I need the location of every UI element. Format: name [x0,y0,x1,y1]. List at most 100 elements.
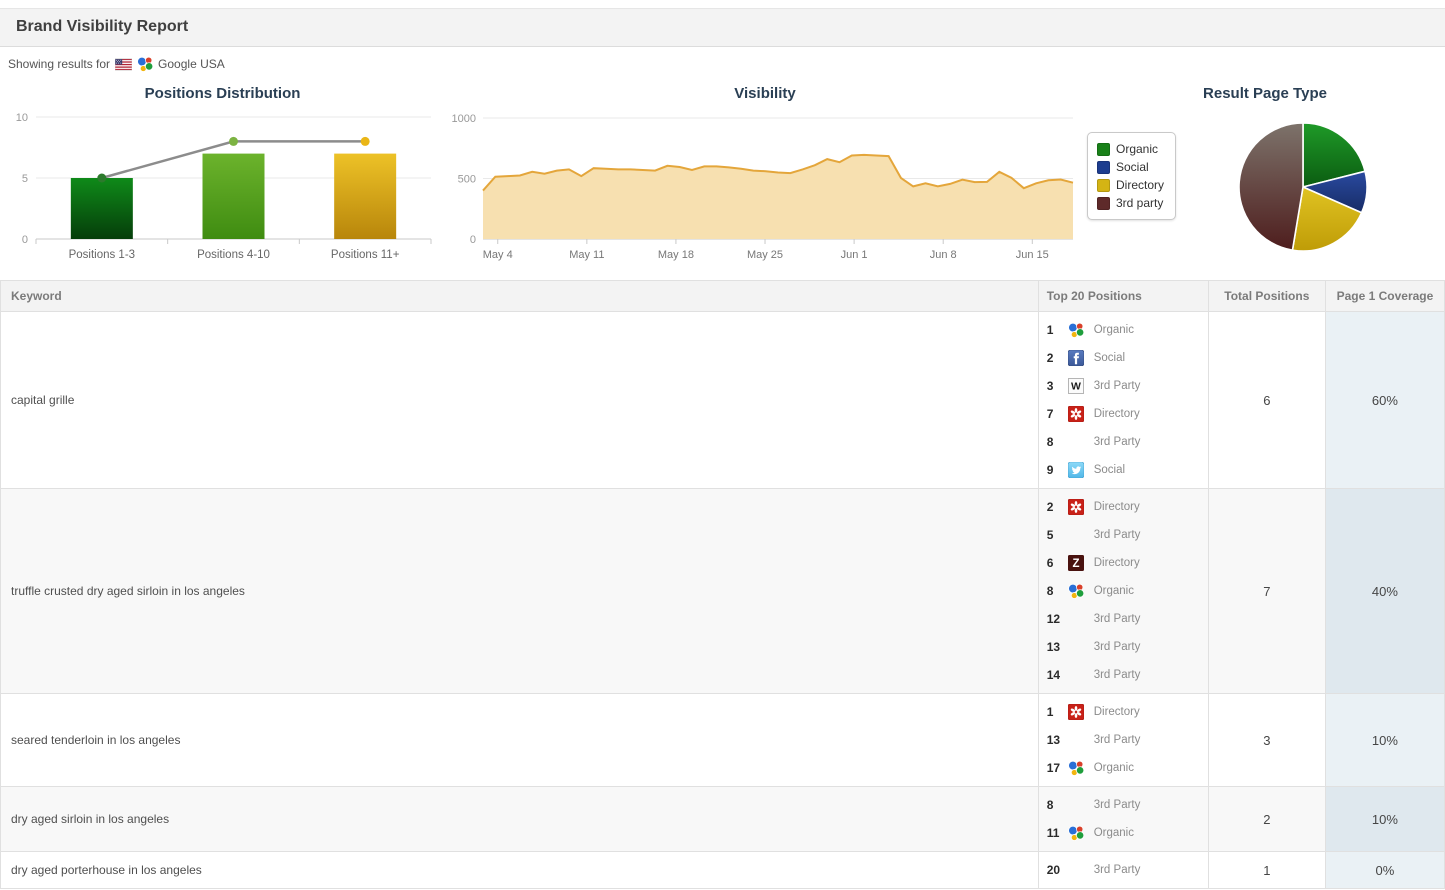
position-row: 9 Social [1047,456,1208,484]
yelp-icon [1068,406,1084,422]
coverage-cell: 60% [1325,312,1444,489]
google-icon [1068,583,1084,599]
position-type-label: Directory [1094,557,1140,569]
position-rank: 7 [1047,407,1068,421]
facebook-icon [1068,350,1084,366]
keyword-cell: dry aged sirloin in los angeles [1,787,1039,852]
positions-distribution-svg: 0510Positions 1-3Positions 4-10Positions… [0,105,445,269]
position-row: 11 Organic [1047,819,1208,847]
position-row: 53rd Party [1047,521,1208,549]
positions-cell: 20 3rd Party [1038,852,1208,889]
position-row: 83rd Party [1047,428,1208,456]
yelp-icon [1068,499,1084,515]
position-type-label: 3rd Party [1094,864,1141,876]
position-row: 20 3rd Party [1047,856,1208,884]
table-row: capital grille1Organic2Social3W3rd Party… [1,312,1445,489]
position-row: 83rd Party [1047,791,1208,819]
position-rank: 9 [1047,463,1068,477]
position-row: 123rd Party [1047,605,1208,633]
no-icon [1068,611,1084,627]
total-positions-cell: 7 [1208,489,1325,694]
position-row: 1Directory [1047,698,1208,726]
positions-cell: 83rd Party 11 Organic [1038,787,1208,852]
total-positions-cell: 1 [1208,852,1325,889]
page-title: Brand Visibility Report [16,18,188,35]
svg-text:Jun 1: Jun 1 [841,249,868,261]
table-header-row: Keyword Top 20 Positions Total Positions… [1,281,1445,312]
position-row: 133rd Party [1047,633,1208,661]
chart-title: Positions Distribution [0,78,445,105]
yelp-icon [1068,704,1084,720]
position-type-label: 3rd Party [1094,529,1141,541]
header-keyword: Keyword [1,281,1039,312]
keyword-cell: dry aged porterhouse in los angeles [1,852,1039,889]
position-rank: 13 [1047,733,1068,747]
results-context-line: Showing results for Google USA [0,47,1445,74]
keyword-cell: truffle crusted dry aged sirloin in los … [1,489,1039,694]
header-top20-positions: Top 20 Positions [1038,281,1208,312]
twitter-icon [1068,462,1084,478]
visibility-svg: 05001000May 4May 11May 18May 25Jun 1Jun … [445,105,1085,269]
positions-cell: 1 Organic 2 Social 3W3rd Party 7 Directory 83rd… [1038,312,1208,489]
us-flag-icon [115,58,132,71]
position-row: 17Organic [1047,754,1208,782]
no-icon [1068,862,1084,878]
total-positions-cell: 3 [1208,694,1325,787]
legend-item-3rd-party[interactable]: 3rd party [1097,194,1164,212]
report-header-bar: Brand Visibility Report [0,8,1445,47]
table-row: seared tenderloin in los angeles1Directo… [1,694,1445,787]
position-type-label: Organic [1094,827,1134,839]
position-rank: 11 [1047,826,1068,840]
visibility-chart: Visibility 05001000May 4May 11May 18May … [445,78,1085,274]
legend-item-organic[interactable]: Organic [1097,140,1164,158]
total-positions-cell: 2 [1208,787,1325,852]
no-icon [1068,667,1084,683]
position-type-label: Directory [1094,501,1140,513]
position-rank: 20 [1047,863,1068,877]
position-type-label: 3rd Party [1094,641,1141,653]
position-type-label: 3rd Party [1094,799,1141,811]
position-type-label: Social [1094,464,1125,476]
wikipedia-icon: W [1068,378,1084,394]
position-row: 13 3rd Party [1047,726,1208,754]
legend-swatch [1097,197,1110,210]
legend-swatch [1097,179,1110,192]
position-rank: 1 [1047,323,1068,337]
no-icon [1068,639,1084,655]
svg-text:5: 5 [22,173,28,185]
svg-text:0: 0 [470,234,476,246]
svg-text:May 25: May 25 [747,249,783,261]
position-type-label: Directory [1094,408,1140,420]
table-row: truffle crusted dry aged sirloin in los … [1,489,1445,694]
legend-item-directory[interactable]: Directory [1097,176,1164,194]
position-type-label: Organic [1094,585,1134,597]
position-type-label: 3rd Party [1094,669,1141,681]
pie-legend: Organic Social Directory 3rd party [1087,132,1176,220]
header-page1-coverage: Page 1 Coverage [1325,281,1444,312]
legend-label: 3rd party [1116,196,1163,210]
svg-text:Jun 15: Jun 15 [1016,249,1049,261]
legend-label: Directory [1116,178,1164,192]
svg-text:Jun 8: Jun 8 [930,249,957,261]
position-row: 1 Organic [1047,316,1208,344]
svg-text:Positions 4-10: Positions 4-10 [197,249,270,261]
positions-distribution-chart: Positions Distribution 0510Positions 1-3… [0,78,445,274]
svg-text:W: W [1071,381,1081,393]
position-rank: 2 [1047,351,1068,365]
search-engine-label: Google USA [158,57,225,71]
keywords-table: Keyword Top 20 Positions Total Positions… [0,280,1445,889]
legend-label: Social [1116,160,1149,174]
position-type-label: Organic [1094,324,1134,336]
position-row: 3W3rd Party [1047,372,1208,400]
position-row: 8Organic [1047,577,1208,605]
result-page-type-chart: Result Page Type OrganicSocialDirectory3… [1085,78,1445,274]
no-icon [1068,527,1084,543]
positions-cell: 1Directory 13 3rd Party 17Organic [1038,694,1208,787]
position-type-label: 3rd Party [1094,734,1141,746]
svg-text:Positions 11+: Positions 11+ [331,249,400,261]
svg-text:500: 500 [458,174,476,186]
zagat-icon: Z [1068,555,1084,571]
legend-item-social[interactable]: Social [1097,158,1164,176]
coverage-cell: 0% [1325,852,1444,889]
svg-text:May 11: May 11 [569,249,604,261]
